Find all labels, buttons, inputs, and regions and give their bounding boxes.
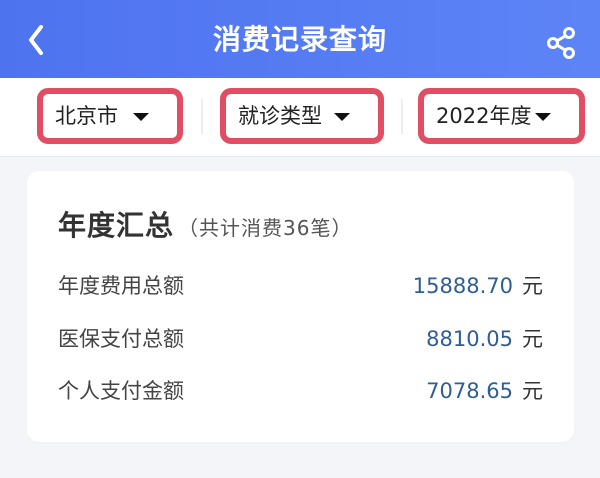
row-label: 医保支付总额	[58, 327, 184, 351]
city-filter-label: 北京市	[55, 104, 118, 128]
summary-title: 年度汇总 （共计消费36笔）	[58, 204, 352, 244]
currency-unit: 元	[522, 327, 543, 351]
visit-type-filter-dropdown[interactable]: 就诊类型	[220, 88, 384, 144]
summary-count: （共计消费36笔）	[178, 216, 353, 240]
currency-unit: 元	[522, 379, 543, 403]
summary-row-insurance-paid: 医保支付总额 8810.05 元	[58, 322, 544, 356]
annual-summary-card: 年度汇总 （共计消费36笔） 年度费用总额 15888.70 元 医保支付总额 8…	[27, 171, 574, 442]
visit-type-filter-label: 就诊类型	[238, 104, 322, 128]
caret-down-icon	[334, 113, 350, 121]
amount-value: 15888.70	[412, 274, 513, 298]
caret-down-icon	[133, 113, 149, 121]
year-filter-label: 2022年度	[436, 104, 532, 128]
row-label: 个人支付金额	[58, 379, 184, 403]
currency-unit: 元	[522, 274, 543, 298]
summary-title-main: 年度汇总	[58, 209, 175, 242]
row-label: 年度费用总额	[58, 274, 184, 298]
summary-row-total-cost: 年度费用总额 15888.70 元	[58, 269, 544, 303]
share-icon	[547, 27, 575, 59]
page-title: 消费记录查询	[212, 23, 387, 56]
amount-value: 8810.05	[426, 327, 513, 351]
filter-divider	[401, 99, 403, 134]
top-app-bar: 消费记录查询	[0, 0, 600, 78]
filter-bar: 北京市 就诊类型 2022年度	[0, 78, 600, 156]
filter-divider	[201, 99, 203, 134]
amount-value: 7078.65	[426, 379, 513, 403]
summary-row-personal-paid: 个人支付金额 7078.65 元	[58, 374, 544, 408]
year-filter-dropdown[interactable]: 2022年度	[418, 88, 585, 144]
caret-down-icon	[535, 113, 551, 121]
share-button[interactable]	[545, 26, 579, 60]
city-filter-dropdown[interactable]: 北京市	[37, 88, 183, 144]
